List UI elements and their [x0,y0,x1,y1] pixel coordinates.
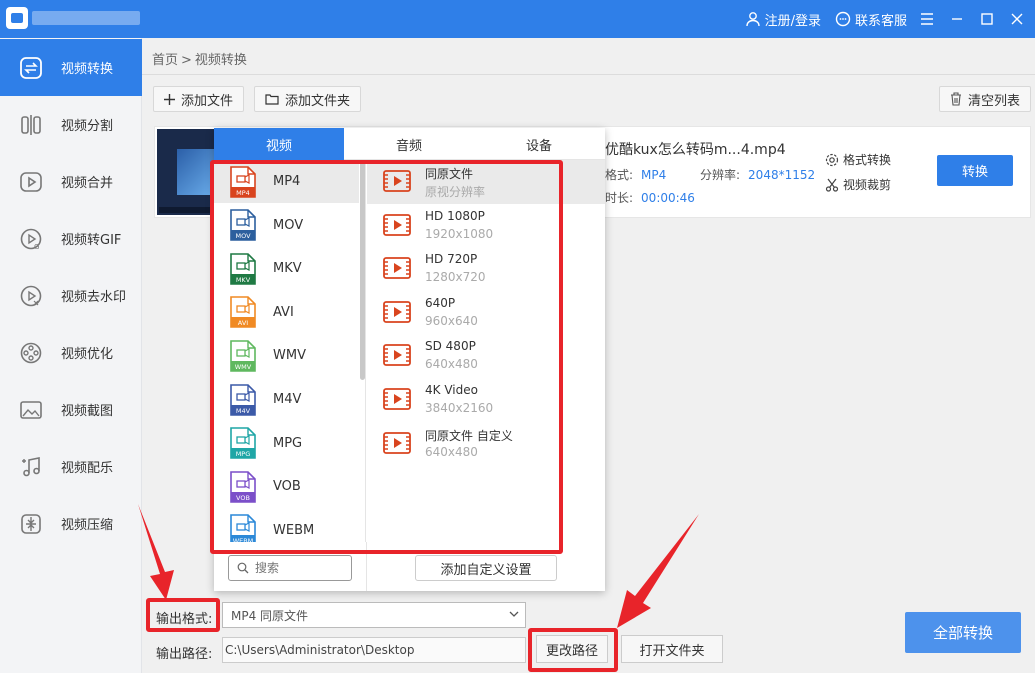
add-custom-button[interactable]: 添加自定义设置 [415,555,557,581]
sidebar-item-watermark[interactable]: 视频去水印 [0,267,142,324]
support-label: 联系客服 [854,13,907,29]
login-button[interactable]: 注册/登录 [745,10,821,29]
app-title-blurred [32,11,140,25]
sidebar-item-compress[interactable]: 视频压缩 [0,495,142,552]
popup-tabs: 视频 音频 设备 [214,128,605,160]
app-logo [6,7,28,29]
open-folder-button[interactable]: 打开文件夹 [621,635,723,663]
output-path-label: 输出路径: [156,647,213,662]
title-bar: 注册/登录 联系客服 [0,0,1035,38]
sidebar-item-optimize[interactable]: 视频优化 [0,324,142,381]
minimize-icon [952,18,962,20]
sidebar-item-label: 视频优化 [61,347,114,362]
login-label: 注册/登录 [764,13,821,29]
scissors-icon [825,178,839,192]
sidebar-item-music[interactable]: 视频配乐 [0,438,142,495]
trash-icon [951,92,961,106]
sidebar-item-merge[interactable]: 视频合并 [0,153,142,210]
sidebar-item-label: 视频合并 [61,176,114,191]
breadcrumb-separator: > [181,53,192,68]
search-input[interactable] [255,561,345,575]
output-path-input[interactable] [225,643,523,657]
chat-icon [835,11,851,27]
merge-icon [20,171,42,192]
svg-text:G: G [34,243,39,251]
chevron-down-icon [509,611,519,617]
tab-device[interactable]: 设备 [474,128,604,160]
sidebar-item-label: 视频去水印 [61,290,127,305]
video-cut-link[interactable]: 视频裁剪 [825,176,891,193]
sidebar-item-label: 视频转GIF [61,233,122,248]
screenshot-icon [20,400,42,419]
convert-button[interactable]: 转换 [937,155,1013,186]
annotation-arrow-right [617,514,699,628]
clear-list-button[interactable]: 清空列表 [939,86,1032,112]
output-format-value: MP4 同原文件 [231,608,309,623]
add-folder-button[interactable]: 添加文件夹 [254,86,362,112]
sidebar-item-gif[interactable]: G 视频转GIF [0,210,142,267]
sidebar-item-label: 视频分割 [61,119,114,134]
file-name: 优酷kux怎么转码m...4.mp4 [605,142,786,158]
format-convert-link[interactable]: 格式转换 [825,151,891,168]
tab-video[interactable]: 视频 [214,128,344,160]
close-icon [1011,13,1023,25]
output-path-field[interactable] [222,637,526,663]
plus-icon [164,93,175,105]
sidebar-item-convert[interactable]: 视频转换 [0,39,142,96]
folder-icon [265,94,279,105]
convert-icon [20,56,42,79]
clear-list-label: 清空列表 [968,93,1021,109]
breadcrumb-current: 视频转换 [194,53,247,68]
breadcrumb: 首页 > 视频转换 [152,49,247,68]
support-button[interactable]: 联系客服 [835,10,907,29]
minimize-button[interactable] [947,9,967,29]
tab-audio[interactable]: 音频 [344,128,474,160]
menu-icon [921,13,933,25]
menu-button[interactable] [917,9,937,29]
format-search-field[interactable] [228,555,352,581]
gif-icon: G [20,228,42,251]
divider [142,74,1035,75]
music-icon [22,456,40,476]
watermark-icon [20,285,42,306]
annotation-box-formats [210,160,563,554]
breadcrumb-home[interactable]: 首页 [152,53,178,68]
user-icon [745,12,760,27]
maximize-button[interactable] [977,9,997,29]
gear-icon [825,153,839,166]
sidebar: 视频转换 视频分割 视频合并 G 视频转GIF 视频去水印 视频优化 视频截图 … [0,38,142,673]
add-file-label: 添加文件 [181,93,234,109]
optimize-icon [20,342,42,363]
file-resolution: 分辨率: 2048*1152 [700,168,816,182]
annotation-arrow-left [138,504,174,600]
split-icon [21,114,41,135]
compress-icon [21,513,41,534]
search-icon [237,562,249,574]
sidebar-item-label: 视频转换 [61,62,114,77]
sidebar-item-label: 视频截图 [61,404,114,419]
file-format: 格式: MP4 [605,168,667,182]
sidebar-item-split[interactable]: 视频分割 [0,96,142,153]
file-duration: 时长: 00:00:46 [605,191,695,205]
close-button[interactable] [1007,9,1027,29]
sidebar-item-screenshot[interactable]: 视频截图 [0,381,142,438]
output-format-select[interactable]: MP4 同原文件 [222,602,526,628]
sidebar-item-label: 视频压缩 [61,518,114,533]
sidebar-item-label: 视频配乐 [61,461,114,476]
add-folder-label: 添加文件夹 [285,93,351,109]
convert-all-button[interactable]: 全部转换 [905,612,1021,653]
maximize-icon [981,13,993,25]
add-file-button[interactable]: 添加文件 [153,86,245,112]
